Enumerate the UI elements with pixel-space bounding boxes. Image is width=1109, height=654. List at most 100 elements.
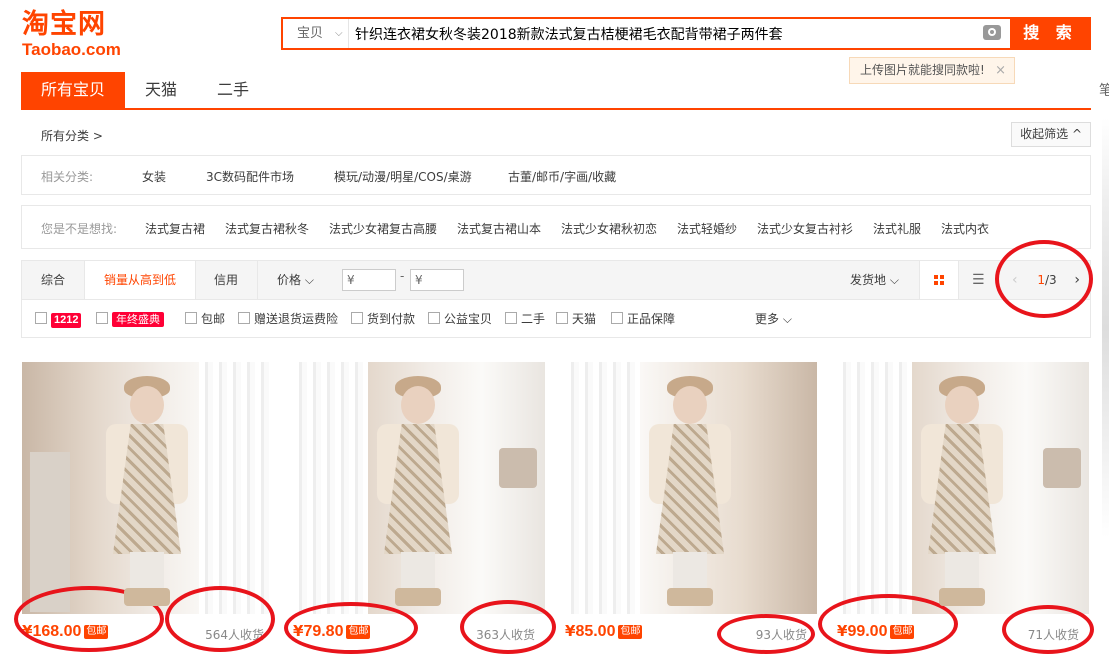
suggestion-item[interactable]: 法式复古裙 <box>145 220 205 237</box>
price-from-input[interactable]: ¥ <box>342 269 396 291</box>
next-page-icon[interactable]: › <box>1074 261 1080 299</box>
filter-label: 包邮 <box>201 312 226 326</box>
sales-count: 71人收货 <box>1027 628 1079 642</box>
checkbox[interactable] <box>351 312 363 324</box>
suggestion-item[interactable]: 法式少女裙秋初恋 <box>561 220 657 237</box>
checkbox[interactable] <box>35 312 47 324</box>
suggestion-item[interactable]: 法式少女复古衬衫 <box>757 220 853 237</box>
badge-1212: 1212 <box>51 313 82 328</box>
filter-row: 1212 年终盛典 包邮 赠送退货运费险 货到付款 公益宝贝 二手 天猫 正品保… <box>21 300 1091 338</box>
filter-year-end[interactable]: 年终盛典 <box>96 311 164 327</box>
filter-return-insurance[interactable]: 赠送退货运费险 <box>238 311 338 327</box>
sort-price[interactable]: 价格 ⌵ <box>258 261 333 299</box>
sort-default[interactable]: 综合 <box>22 261 86 299</box>
filter-free-shipping[interactable]: 包邮 <box>185 311 225 327</box>
product-image[interactable] <box>565 362 817 614</box>
filter-label: 正品保障 <box>627 312 676 326</box>
price-to-input[interactable]: ¥ <box>410 269 464 291</box>
filter-label: 公益宝贝 <box>444 312 493 326</box>
filter-1212[interactable]: 1212 <box>35 311 82 328</box>
sort-sales-desc[interactable]: 销量从高到低 <box>85 261 197 299</box>
filter-genuine[interactable]: 正品保障 <box>611 311 675 327</box>
checkbox[interactable] <box>428 312 440 324</box>
suggestion-item[interactable]: 法式复古裙山本 <box>457 220 541 237</box>
filter-tmall[interactable]: 天猫 <box>556 311 596 327</box>
list-view-icon[interactable]: ☰ <box>972 261 992 299</box>
suggestion-item[interactable]: 法式少女裙复古高腰 <box>329 220 437 237</box>
suggestions-label: 您是不是想找: <box>41 222 118 236</box>
product-image[interactable] <box>837 362 1089 614</box>
product-price-line: ¥168.00 包邮 564人收货 <box>22 622 274 648</box>
free-shipping-badge: 包邮 <box>890 625 915 639</box>
logo-chinese: 淘宝网 <box>22 9 106 40</box>
related-categories-row: 相关分类: 女装 3C数码配件市场 模玩/动漫/明星/COS/桌游 古董/邮币/… <box>21 155 1091 195</box>
related-category-item[interactable]: 古董/邮币/字画/收藏 <box>508 168 616 185</box>
product-card[interactable]: ¥168.00 包邮 564人收货 <box>22 362 274 654</box>
checkbox[interactable] <box>505 312 517 324</box>
search-scope-label: 宝贝 <box>297 26 324 41</box>
checkbox[interactable] <box>238 312 250 324</box>
suggestion-item[interactable]: 法式复古裙秋冬 <box>225 220 309 237</box>
suggestions-row: 您是不是想找: 法式复古裙 法式复古裙秋冬 法式少女裙复古高腰 法式复古裙山本 … <box>21 205 1091 249</box>
camera-icon[interactable] <box>983 25 1001 40</box>
product-image[interactable] <box>22 362 274 614</box>
related-categories-label: 相关分类: <box>41 170 94 184</box>
search-scope-select[interactable]: 宝贝 ⌵ <box>283 19 349 48</box>
sales-count: 564人收货 <box>205 628 264 642</box>
product-price-line: ¥79.80 包邮 363人收货 <box>293 622 545 648</box>
suggestion-item[interactable]: 法式内衣 <box>941 220 989 237</box>
product-card[interactable]: ¥85.00 包邮 93人收货 <box>565 362 817 654</box>
chevron-down-icon: ⌵ <box>335 28 343 39</box>
search-bar: 宝贝 ⌵ 搜 索 <box>281 17 1091 50</box>
mini-pager: ‹ 1/3 › <box>1004 261 1090 299</box>
prev-page-icon[interactable]: ‹ <box>1012 261 1018 299</box>
total-pages: /3 <box>1044 273 1057 287</box>
product-card[interactable]: ¥99.00 包邮 71人收货 <box>837 362 1089 654</box>
related-category-item[interactable]: 模玩/动漫/明星/COS/桌游 <box>334 168 472 185</box>
product-price: 99.00 <box>847 623 888 640</box>
more-filters-button[interactable]: 更多 ⌵ <box>755 311 792 327</box>
filter-cod[interactable]: 货到付款 <box>351 311 415 327</box>
search-button[interactable]: 搜 索 <box>1010 17 1091 50</box>
filter-charity[interactable]: 公益宝贝 <box>428 311 492 327</box>
category-breadcrumb: 所有分类 > 收起筛选 ^ <box>21 120 1091 150</box>
currency-symbol: ¥ <box>22 622 33 640</box>
right-edge-text: 笔 <box>1099 83 1109 99</box>
badge-year-end: 年终盛典 <box>112 312 164 327</box>
checkbox[interactable] <box>556 312 568 324</box>
checkbox[interactable] <box>185 312 197 324</box>
sort-credit[interactable]: 信用 <box>195 261 259 299</box>
currency-symbol: ¥ <box>837 622 848 640</box>
suggestion-item[interactable]: 法式礼服 <box>873 220 921 237</box>
sales-count: 363人收货 <box>476 628 535 642</box>
free-shipping-badge: 包邮 <box>346 625 371 639</box>
filter-label: 天猫 <box>572 312 597 326</box>
ship-from-select[interactable]: 发货地 ⌵ <box>850 261 899 299</box>
tab-tmall[interactable]: 天猫 <box>125 72 197 108</box>
price-dash: - <box>400 269 405 283</box>
right-edge-ad <box>1102 118 1109 538</box>
suggestion-item[interactable]: 法式轻婚纱 <box>677 220 737 237</box>
checkbox[interactable] <box>96 312 108 324</box>
product-price-line: ¥85.00 包邮 93人收货 <box>565 622 817 648</box>
related-category-item[interactable]: 女装 <box>142 168 166 185</box>
product-card[interactable]: ¥79.80 包邮 363人收货 <box>293 362 545 654</box>
taobao-logo[interactable]: 淘宝网 Taobao.com <box>22 10 132 60</box>
product-image[interactable] <box>293 362 545 614</box>
filter-second-hand[interactable]: 二手 <box>505 311 545 327</box>
free-shipping-badge: 包邮 <box>618 625 643 639</box>
tab-all-items[interactable]: 所有宝贝 <box>21 72 126 108</box>
search-input[interactable] <box>355 19 975 48</box>
checkbox[interactable] <box>611 312 623 324</box>
sort-bar: 综合 销量从高到低 信用 价格 ⌵ ¥ - ¥ 发货地 ⌵ ☰ ‹ 1/3 › <box>21 260 1091 300</box>
filter-label: 二手 <box>521 312 546 326</box>
filter-label: 货到付款 <box>367 312 416 326</box>
all-categories-link[interactable]: 所有分类 > <box>41 127 103 144</box>
tab-second-hand[interactable]: 二手 <box>197 72 269 108</box>
grid-view-icon[interactable] <box>919 261 959 299</box>
related-category-item[interactable]: 3C数码配件市场 <box>206 168 294 185</box>
collapse-filters-button[interactable]: 收起筛选 ^ <box>1011 122 1091 147</box>
free-shipping-badge: 包邮 <box>84 625 109 639</box>
product-price: 79.80 <box>303 623 344 640</box>
filter-label: 赠送退货运费险 <box>254 312 339 326</box>
